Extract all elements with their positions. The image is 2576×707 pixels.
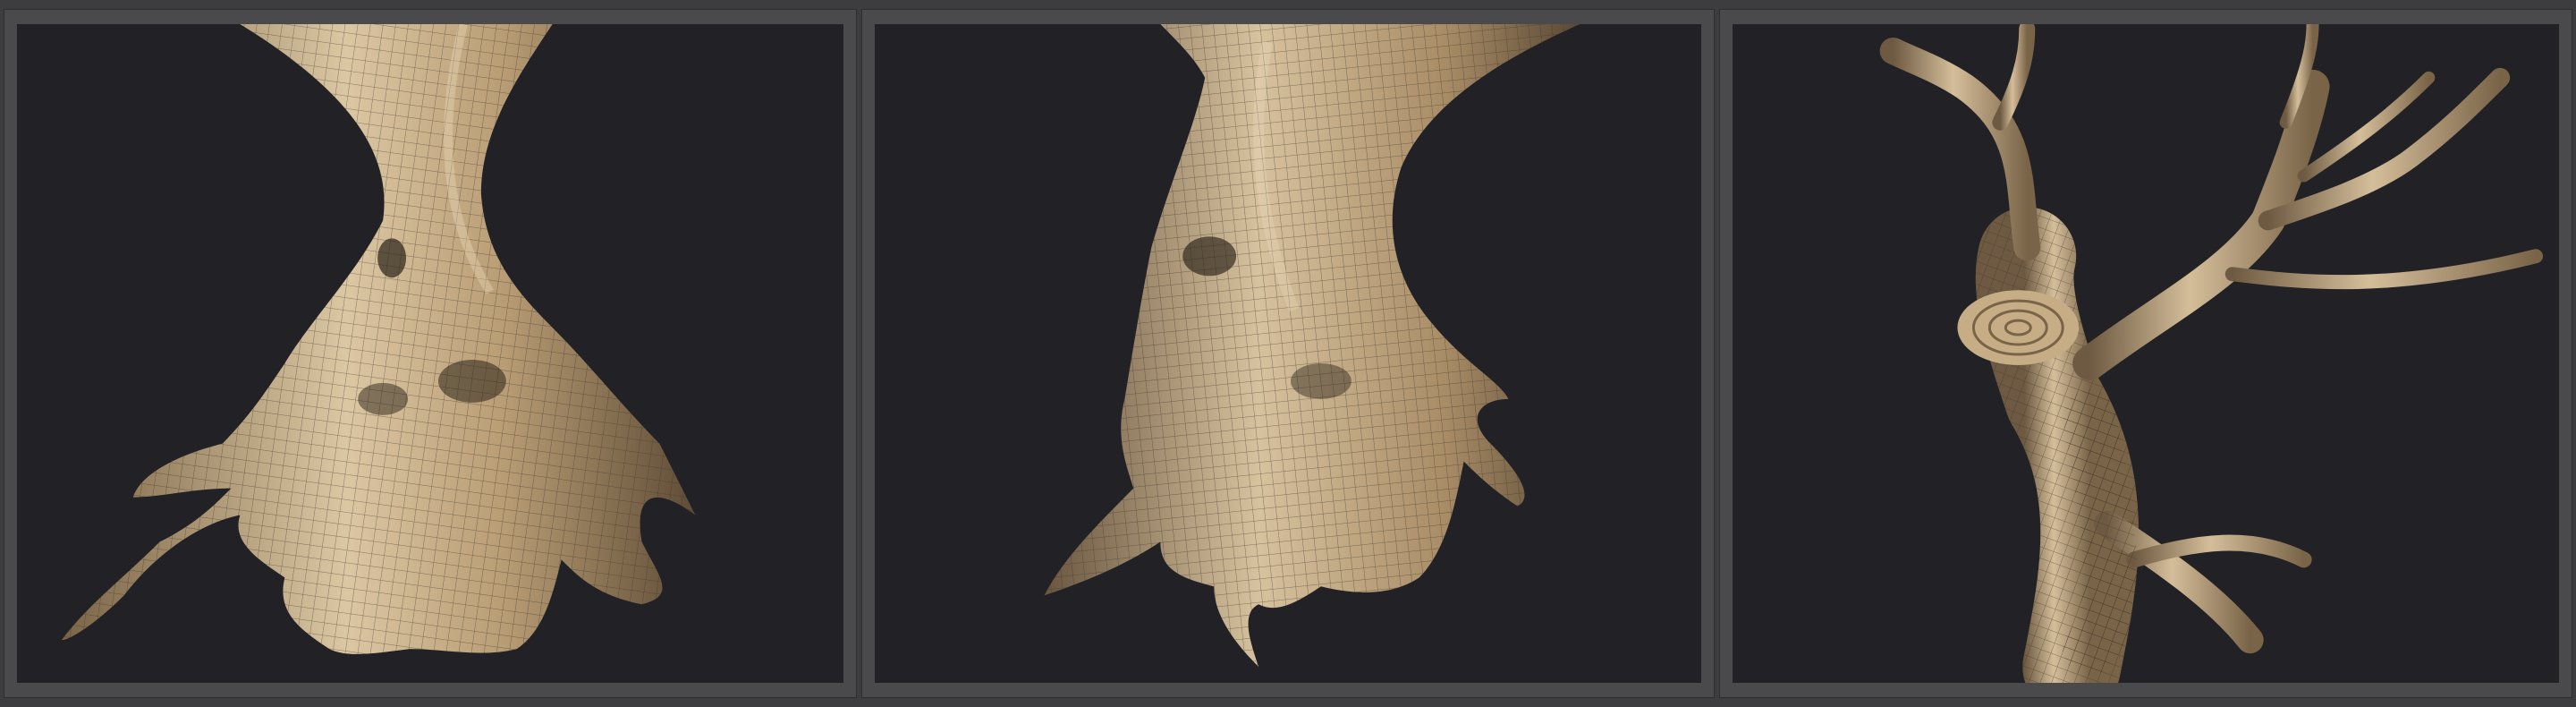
tree-branches-render-top <box>1879 24 2544 683</box>
viewport-panel-three-quarter <box>861 9 1715 698</box>
viewport-top[interactable] <box>1733 24 2559 683</box>
render-strip <box>0 0 2576 707</box>
viewport-panel-top <box>1719 9 2572 698</box>
tree-trunk-mesh <box>61 24 696 654</box>
viewport-three-quarter[interactable] <box>875 24 1701 683</box>
tree-cut-stump <box>1957 290 2080 365</box>
tree-base-render-front <box>61 24 696 654</box>
viewport-panel-front <box>4 9 857 698</box>
tree-base-render-three-quarter <box>1044 24 1580 668</box>
viewport-front[interactable] <box>17 24 843 683</box>
tree-trunk-mesh <box>1044 24 1580 668</box>
